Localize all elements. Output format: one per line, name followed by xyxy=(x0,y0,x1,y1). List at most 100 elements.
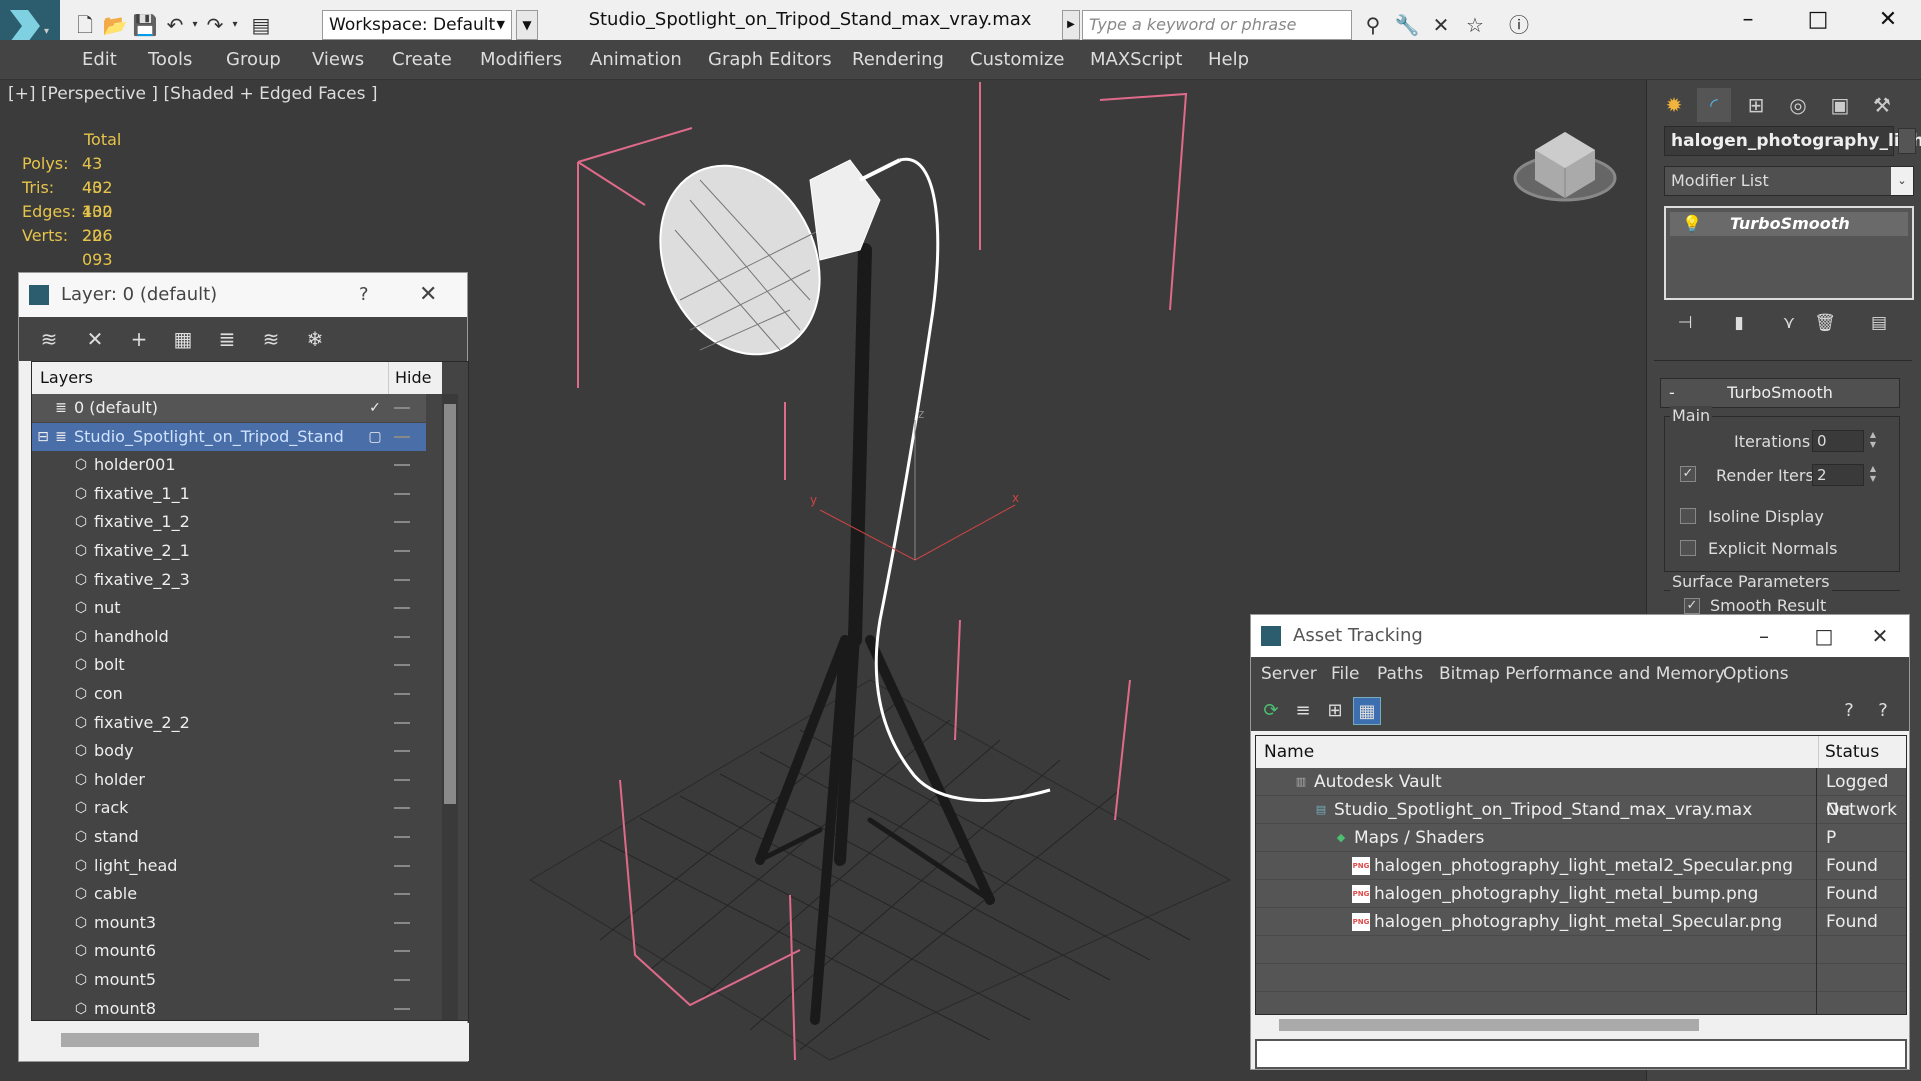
hide-all-icon[interactable]: ≋ xyxy=(257,325,285,353)
render-iters-spinner[interactable]: 2 xyxy=(1812,464,1864,486)
object-row[interactable]: ⬡ fixative_2_2 xyxy=(32,709,426,737)
menu-file[interactable]: File xyxy=(1331,657,1359,691)
current-layer-check-icon[interactable]: ✓ xyxy=(366,399,384,417)
minimize-icon[interactable]: – xyxy=(1739,620,1789,652)
hide-toggle[interactable] xyxy=(394,578,410,581)
stack-item-turbosmooth[interactable]: 💡 TurboSmooth xyxy=(1670,212,1908,236)
close-icon[interactable]: ✕ xyxy=(1858,4,1918,36)
cross-off-icon[interactable]: ✕ xyxy=(1426,10,1456,40)
freeze-all-icon[interactable]: ❄ xyxy=(301,325,329,353)
add-icon[interactable]: + xyxy=(125,325,153,353)
open-file-icon[interactable]: 📂 xyxy=(100,10,130,40)
new-layer-icon[interactable]: ≋ xyxy=(35,325,63,353)
scrollbar-thumb[interactable] xyxy=(61,1033,259,1047)
spinner-arrows-icon[interactable]: ▲ ▼ xyxy=(1868,430,1878,452)
motion-icon[interactable]: ◎ xyxy=(1781,88,1815,122)
highlight-icon[interactable]: ≣ xyxy=(213,325,241,353)
object-color-swatch[interactable] xyxy=(1898,128,1916,154)
layer-row[interactable]: ⊟ ≣ Studio_Spotlight_on_Tripod_Stand ▢ xyxy=(32,422,426,451)
collapse-icon[interactable]: ⊟ xyxy=(34,428,52,446)
menu-help[interactable]: Help xyxy=(1208,40,1249,80)
asset-path-field[interactable] xyxy=(1255,1039,1907,1069)
turbosmooth-rollout[interactable]: - TurboSmooth xyxy=(1660,378,1900,408)
menu-paths[interactable]: Paths xyxy=(1377,657,1423,691)
object-row[interactable]: ⬡ stand xyxy=(32,823,426,851)
asset-row[interactable]: PNG halogen_photography_light_metal_bump.… xyxy=(1256,880,1906,908)
lightbulb-icon[interactable]: 💡 xyxy=(1682,212,1702,236)
search-expand-button[interactable]: ▶ xyxy=(1062,10,1080,40)
hide-toggle[interactable] xyxy=(394,950,410,953)
help-icon[interactable]: ? xyxy=(1869,697,1897,725)
hide-toggle[interactable] xyxy=(394,521,410,524)
hide-toggle[interactable] xyxy=(394,836,410,838)
object-name-field[interactable]: halogen_photography_light xyxy=(1664,126,1921,156)
viewport-label[interactable]: [+] [Perspective ] [Shaded + Edged Faces… xyxy=(8,84,377,104)
object-row[interactable]: ⬡ con xyxy=(32,680,426,708)
menu-group[interactable]: Group xyxy=(226,40,281,80)
menu-server[interactable]: Server xyxy=(1261,657,1317,691)
tree-icon[interactable]: ⊞ xyxy=(1321,697,1349,725)
search-input[interactable]: Type a keyword or phrase xyxy=(1082,10,1352,40)
set-current-layer-icon[interactable]: ▢ xyxy=(366,428,384,446)
layer-panel-header[interactable]: Layer: 0 (default) ? ✕ xyxy=(19,273,467,317)
col-status[interactable]: Status xyxy=(1818,736,1879,768)
help-icon[interactable]: ⓘ xyxy=(1504,10,1534,40)
object-row[interactable]: ⬡ fixative_2_3 xyxy=(32,566,426,594)
object-row[interactable]: ⬡ mount6 xyxy=(32,937,426,965)
workspace-selector[interactable]: Workspace: Default ▼ xyxy=(322,10,512,40)
object-row[interactable]: ⬡ fixative_1_2 xyxy=(32,508,426,536)
object-row[interactable]: ⬡ mount5 xyxy=(32,966,426,994)
hierarchy-icon[interactable]: ⊞ xyxy=(1739,88,1773,122)
hide-toggle[interactable] xyxy=(394,693,410,695)
new-file-icon[interactable]: 🗋 xyxy=(70,10,100,40)
menu-create[interactable]: Create xyxy=(392,40,452,80)
menu-bitmap-performance[interactable]: Bitmap Performance and Memory xyxy=(1439,657,1725,691)
modifier-list-dropdown[interactable]: Modifier List ⌄ xyxy=(1664,166,1914,196)
object-row[interactable]: ⬡ fixative_1_1 xyxy=(32,480,426,508)
configure-sets-icon[interactable]: ▤ xyxy=(1866,310,1892,336)
explicit-normals-checkbox[interactable] xyxy=(1680,540,1696,556)
key-icon[interactable]: 🔧 xyxy=(1392,10,1422,40)
menu-modifiers[interactable]: Modifiers xyxy=(480,40,562,80)
scrollbar-thumb[interactable] xyxy=(444,404,456,804)
col-hide[interactable]: Hide xyxy=(388,362,431,394)
menu-animation[interactable]: Animation xyxy=(590,40,682,80)
hide-toggle[interactable] xyxy=(394,864,410,867)
smooth-result-checkbox[interactable]: ✓ xyxy=(1684,598,1700,614)
close-icon[interactable]: ✕ xyxy=(1855,620,1905,652)
display-icon[interactable]: ▣ xyxy=(1823,88,1857,122)
help-button[interactable]: ? xyxy=(359,273,369,317)
workspace-menu-button[interactable]: ▼ xyxy=(516,10,538,40)
rollout-toggle[interactable]: - xyxy=(1669,379,1675,407)
object-row[interactable]: ⬡ light_head xyxy=(32,852,426,880)
select-icon[interactable]: ▦ xyxy=(169,325,197,353)
hide-toggle[interactable] xyxy=(394,407,410,409)
col-layers[interactable]: Layers xyxy=(40,362,93,394)
hide-toggle[interactable] xyxy=(394,635,410,638)
menu-graph-editors[interactable]: Graph Editors xyxy=(708,40,832,80)
object-row[interactable]: ⬡ holder001 xyxy=(32,451,426,479)
refresh-icon[interactable]: ⟳ xyxy=(1257,697,1285,725)
object-row[interactable]: ⬡ rack xyxy=(32,794,426,822)
render-iters-checkbox[interactable]: ✓ xyxy=(1680,466,1696,482)
iterations-spinner[interactable]: 0 xyxy=(1812,430,1864,452)
hide-toggle[interactable] xyxy=(394,921,410,924)
help-query-icon[interactable]: ? xyxy=(1835,697,1863,725)
horizontal-scrollbar[interactable] xyxy=(31,1023,469,1061)
close-icon[interactable]: ✕ xyxy=(419,273,437,317)
hide-toggle[interactable] xyxy=(394,721,410,724)
vertical-scrollbar[interactable] xyxy=(442,394,458,1020)
object-row[interactable]: ⬡ body xyxy=(32,737,426,765)
hide-toggle[interactable] xyxy=(394,550,410,552)
layer-row[interactable]: ≣ 0 (default) ✓ xyxy=(32,394,426,422)
menu-maxscript[interactable]: MAXScript xyxy=(1090,40,1182,80)
make-unique-icon[interactable]: ⋎ xyxy=(1776,310,1802,336)
menu-rendering[interactable]: Rendering xyxy=(852,40,944,80)
object-row[interactable]: ⬡ mount8 xyxy=(32,995,426,1023)
hide-toggle[interactable] xyxy=(394,1007,410,1010)
object-row[interactable]: ⬡ bolt xyxy=(32,651,426,679)
hide-toggle[interactable] xyxy=(394,664,410,667)
object-row[interactable]: ⬡ nut xyxy=(32,594,426,622)
table-icon[interactable]: ▦ xyxy=(1353,697,1381,725)
asset-row[interactable]: PNG halogen_photography_light_metal_Specu… xyxy=(1256,908,1906,936)
